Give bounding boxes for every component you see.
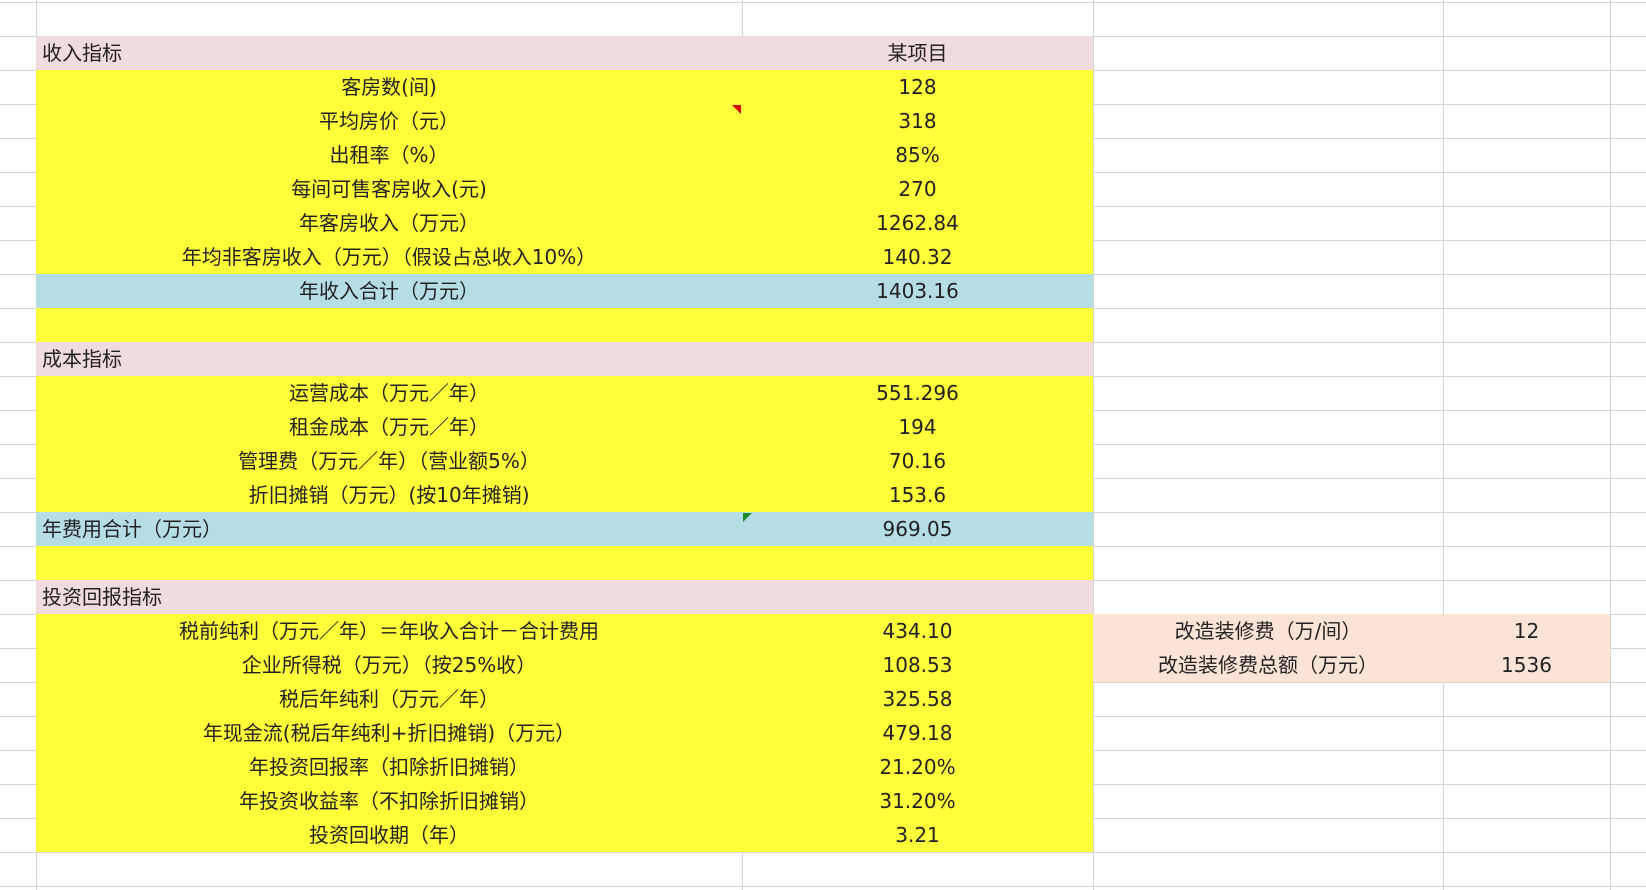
investment-header-label[interactable]: 投资回报指标 [36,580,1093,614]
investment-row-value[interactable]: 21.20% [742,750,1093,784]
income-row-label[interactable]: 年客房收入（万元） [36,206,742,240]
comment-indicator[interactable] [732,105,741,114]
income-header-label[interactable]: 收入指标 [36,36,742,70]
renovation-row-label[interactable]: 改造装修费总额（万元） [1093,648,1443,682]
grid-col-line [1610,0,1611,890]
income-row-value[interactable]: 1262.84 [742,206,1093,240]
cost-header-label[interactable]: 成本指标 [36,342,1093,376]
cost-row-label[interactable]: 折旧摊销（万元）(按10年摊销) [36,478,742,512]
grid-row-line [0,852,1646,853]
income-total-value[interactable]: 1403.16 [742,274,1093,308]
investment-row-value[interactable]: 434.10 [742,614,1093,648]
income-row-value[interactable]: 85% [742,138,1093,172]
income-row-label[interactable]: 平均房价（元） [36,104,742,138]
cost-row-label[interactable]: 运营成本（万元／年） [36,376,742,410]
grid-row-line [0,2,1646,3]
investment-row-value[interactable]: 325.58 [742,682,1093,716]
spreadsheet-grid: 收入指标 某项目 客房数(间) 128 平均房价（元） 318 出租率（%） 8… [0,0,1646,890]
income-row-value[interactable]: 270 [742,172,1093,206]
renovation-row-label[interactable]: 改造装修费（万/间） [1093,614,1443,648]
income-row-label[interactable]: 出租率（%） [36,138,742,172]
investment-row-label[interactable]: 年现金流(税后年纯利+折旧摊销)（万元） [36,716,742,750]
investment-row-label[interactable]: 税后年纯利（万元／年） [36,682,742,716]
investment-row-label[interactable]: 投资回收期（年） [36,818,742,852]
income-row-value[interactable]: 128 [742,70,1093,104]
cost-row-label[interactable]: 租金成本（万元／年） [36,410,742,444]
income-row-label[interactable]: 每间可售客房收入(元) [36,172,742,206]
investment-row-label[interactable]: 企业所得税（万元）（按25%收） [36,648,742,682]
investment-row-value[interactable]: 31.20% [742,784,1093,818]
income-row-value[interactable]: 140.32 [742,240,1093,274]
investment-row-value[interactable]: 479.18 [742,716,1093,750]
renovation-row-value[interactable]: 12 [1443,614,1610,648]
investment-row-label[interactable]: 税前纯利（万元／年）＝年收入合计－合计费用 [36,614,742,648]
investment-row-label[interactable]: 年投资回报率（扣除折旧摊销） [36,750,742,784]
investment-row-value[interactable]: 108.53 [742,648,1093,682]
investment-row-label[interactable]: 年投资收益率（不扣除折旧摊销） [36,784,742,818]
income-header-value[interactable]: 某项目 [742,36,1093,70]
cost-total-value[interactable]: 969.05 [742,512,1093,546]
empty-row[interactable] [36,546,1093,580]
income-total-label[interactable]: 年收入合计（万元） [36,274,742,308]
cost-row-value[interactable]: 70.16 [742,444,1093,478]
grid-row-line [0,886,1646,887]
grid-col-line [1443,0,1444,890]
cost-row-value[interactable]: 153.6 [742,478,1093,512]
cost-total-label[interactable]: 年费用合计（万元） [36,512,742,546]
grid-col-line [1093,0,1094,890]
empty-row[interactable] [36,308,1093,342]
income-row-label[interactable]: 客房数(间) [36,70,742,104]
renovation-row-value[interactable]: 1536 [1443,648,1610,682]
cost-row-value[interactable]: 551.296 [742,376,1093,410]
income-row-label[interactable]: 年均非客房收入（万元）（假设占总收入10%） [36,240,742,274]
income-row-value[interactable]: 318 [742,104,1093,138]
cost-row-value[interactable]: 194 [742,410,1093,444]
investment-row-value[interactable]: 3.21 [742,818,1093,852]
cost-row-label[interactable]: 管理费（万元／年）（营业额5%） [36,444,742,478]
error-indicator[interactable] [743,513,752,522]
